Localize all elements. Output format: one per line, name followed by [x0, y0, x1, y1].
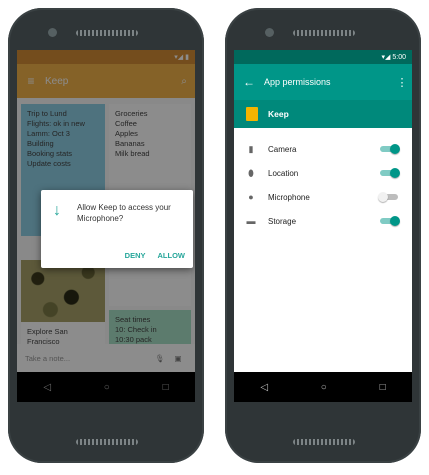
permission-dialog: ↓ Allow Keep to access your Microphone? … — [41, 190, 193, 268]
permission-label: Storage — [268, 216, 297, 226]
dialog-message: Allow Keep to access your Microphone? — [77, 203, 171, 223]
location-toggle[interactable] — [378, 168, 400, 178]
storage-icon: ▬ — [246, 216, 256, 226]
microphone-toggle[interactable] — [378, 192, 400, 202]
storage-toggle[interactable] — [378, 216, 400, 226]
permission-row-location[interactable]: ⬮ Location — [234, 162, 412, 184]
permission-row-microphone[interactable]: ● Microphone — [234, 186, 412, 208]
back-arrow-icon[interactable]: ← — [234, 75, 264, 89]
download-arrow-icon: ↓ — [53, 202, 61, 219]
front-camera — [48, 28, 57, 37]
toolbar-title: App permissions — [264, 77, 331, 87]
right-phone: ▾◢ 5:00 ← App permissions ⋮ Keep ▮ Camer… — [225, 8, 421, 463]
status-bar: ▾◢ 5:00 — [234, 50, 412, 64]
permission-label: Microphone — [268, 192, 310, 202]
settings-toolbar: ← App permissions ⋮ — [234, 64, 412, 100]
more-icon[interactable]: ⋮ — [392, 76, 412, 89]
recents-icon[interactable]: □ — [380, 382, 386, 393]
allow-button[interactable]: ALLOW — [158, 251, 186, 260]
bottom-speaker — [76, 439, 138, 445]
keep-app-icon — [246, 107, 258, 121]
microphone-icon: ● — [248, 192, 254, 202]
front-camera — [265, 28, 274, 37]
right-screen: ▾◢ 5:00 ← App permissions ⋮ Keep ▮ Camer… — [234, 50, 412, 402]
app-header: Keep — [234, 100, 412, 128]
left-screen: ▾◢ ▮ ≡ Keep ⌕ Trip to Lund Flights: ok i… — [17, 50, 195, 402]
top-speaker — [76, 30, 138, 36]
deny-button[interactable]: DENY — [125, 251, 146, 260]
app-name: Keep — [268, 109, 289, 119]
permission-row-storage[interactable]: ▬ Storage — [234, 210, 412, 232]
home-icon[interactable]: ○ — [321, 382, 327, 393]
top-speaker — [293, 30, 355, 36]
back-icon[interactable]: ◁ — [260, 382, 268, 393]
nav-bar: ◁ ○ □ — [234, 372, 412, 402]
permission-row-camera[interactable]: ▮ Camera — [234, 138, 412, 160]
camera-icon: ▮ — [248, 143, 254, 154]
location-icon: ⬮ — [248, 167, 254, 178]
permission-label: Location — [268, 168, 299, 178]
permission-label: Camera — [268, 144, 297, 154]
left-phone: ▾◢ ▮ ≡ Keep ⌕ Trip to Lund Flights: ok i… — [8, 8, 204, 463]
bottom-speaker — [293, 439, 355, 445]
camera-toggle[interactable] — [378, 144, 400, 154]
